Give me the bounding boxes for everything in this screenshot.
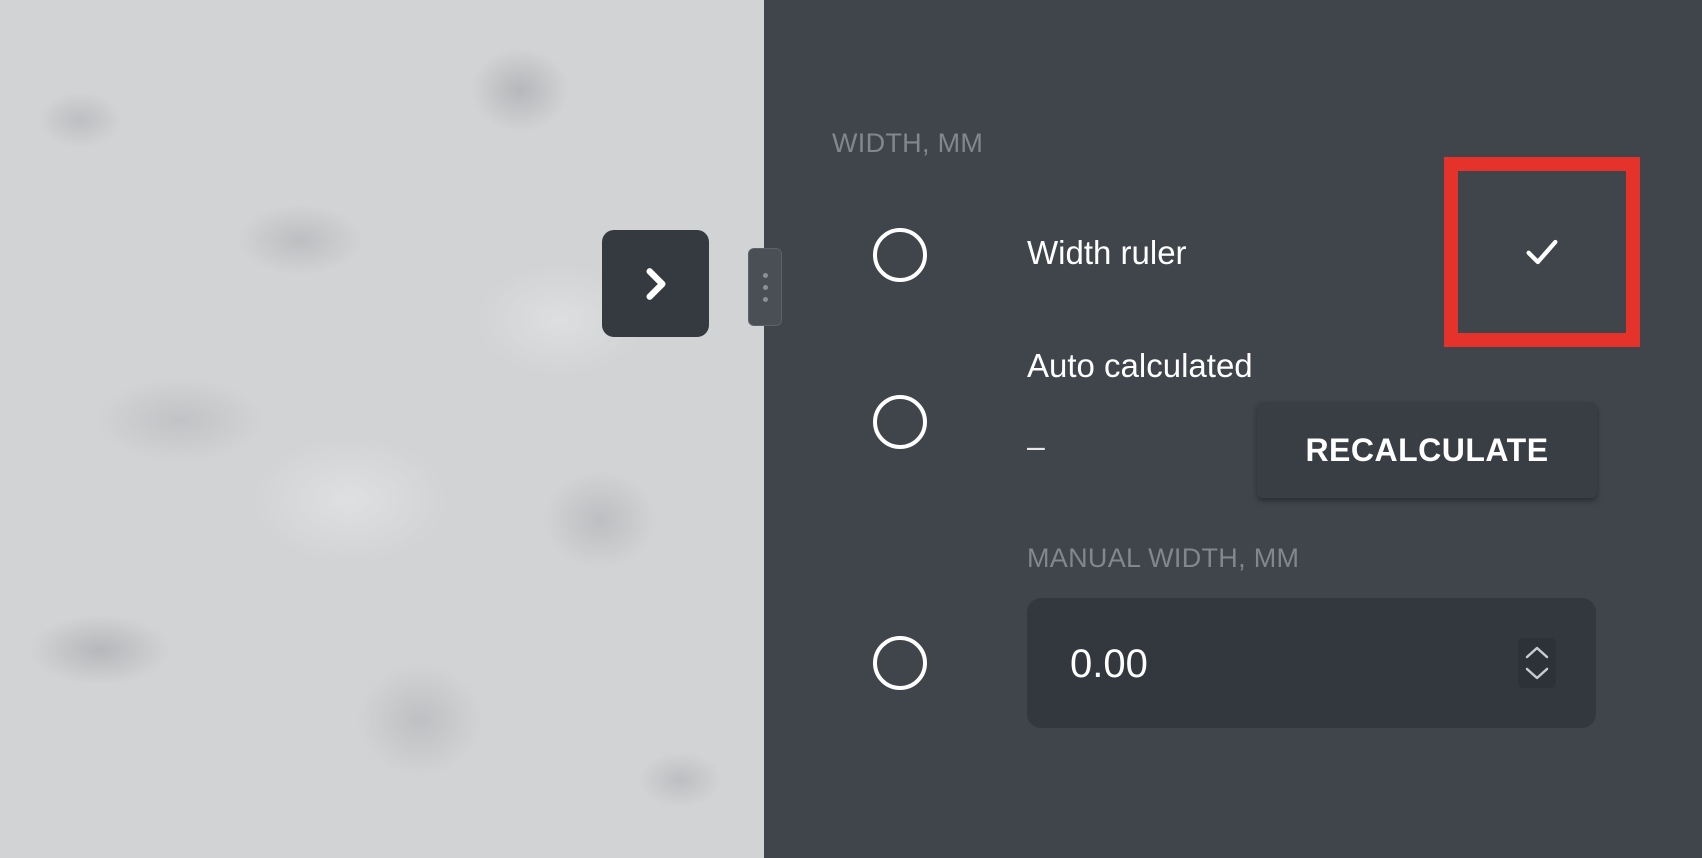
chevron-up-icon[interactable] xyxy=(1524,645,1550,661)
auto-calculated-label: Auto calculated xyxy=(1027,347,1253,384)
image-viewport xyxy=(0,0,764,858)
width-section-label: WIDTH, MM xyxy=(832,128,984,158)
auto-calculated-value: – xyxy=(1027,428,1045,464)
drag-dot xyxy=(762,284,768,290)
quantity-stepper[interactable] xyxy=(1518,638,1556,688)
auto-calculated-radio[interactable] xyxy=(873,395,927,449)
manual-width-radio[interactable] xyxy=(873,636,927,690)
drag-dot xyxy=(762,296,768,302)
confirm-checkbox[interactable] xyxy=(1444,157,1640,347)
width-ruler-radio[interactable] xyxy=(873,228,927,282)
checkmark-icon xyxy=(1526,239,1558,265)
width-ruler-label: Width ruler xyxy=(1027,234,1187,271)
manual-width-value[interactable]: 0.00 xyxy=(1070,642,1148,687)
chevron-down-icon[interactable] xyxy=(1524,665,1550,681)
recalculate-button[interactable]: RECALCULATE xyxy=(1257,402,1597,498)
chevron-right-icon xyxy=(646,267,665,300)
drag-handle-icon[interactable] xyxy=(748,248,782,326)
manual-width-label: MANUAL WIDTH, MM xyxy=(1027,543,1300,573)
manual-width-input[interactable]: 0.00 xyxy=(1027,598,1596,728)
drag-dot xyxy=(762,272,768,278)
collapse-panel-button[interactable] xyxy=(602,230,709,337)
